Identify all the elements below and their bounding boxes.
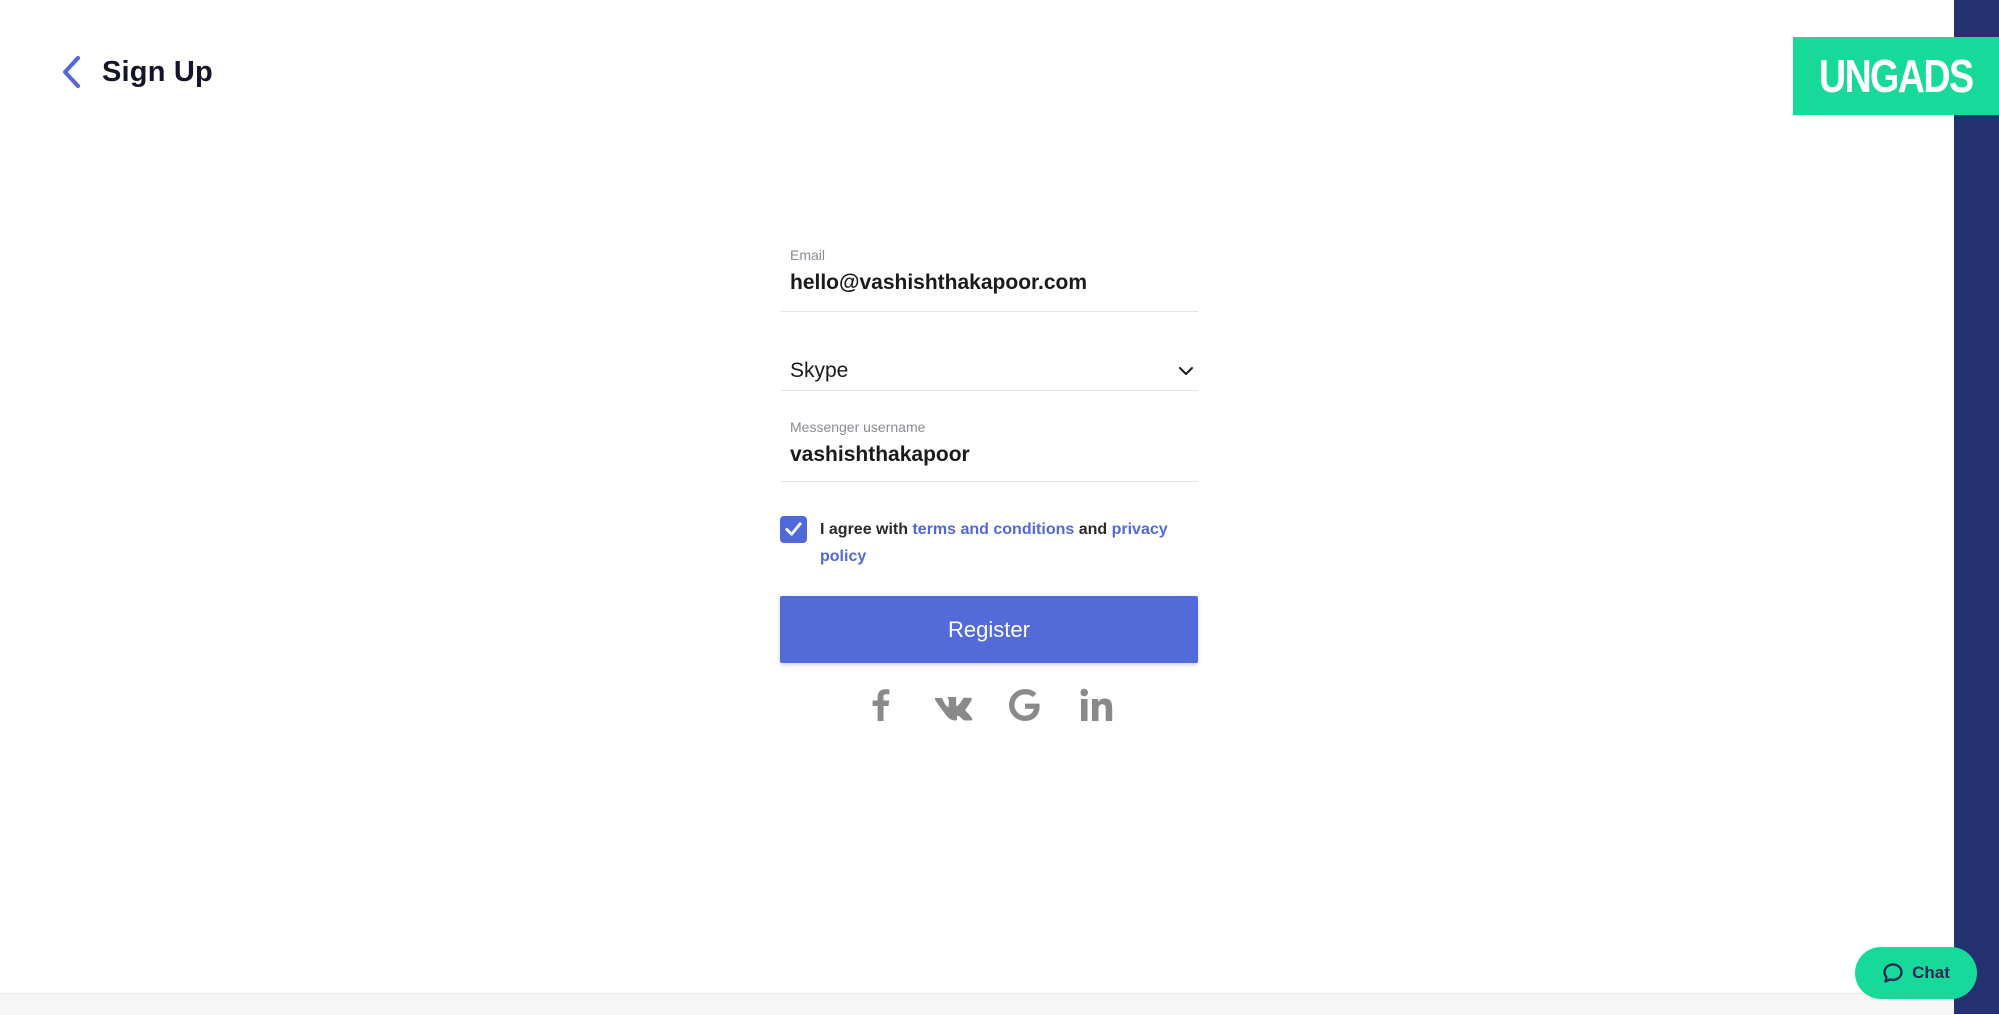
social-login-row <box>780 685 1198 725</box>
messenger-select-value: Skype <box>790 358 849 382</box>
vk-icon[interactable] <box>933 685 973 725</box>
messenger-username-input[interactable] <box>780 435 1198 477</box>
right-side-bar <box>1954 0 1999 1014</box>
chat-label: Chat <box>1912 963 1950 982</box>
footer-strip <box>0 993 1954 1015</box>
messenger-username-label: Messenger username <box>790 419 926 435</box>
chevron-left-icon[interactable] <box>60 54 84 90</box>
ungads-logo[interactable]: UNGADS <box>1793 37 1999 115</box>
agree-row: I agree with terms and conditions and pr… <box>780 516 1198 570</box>
header: Sign Up <box>60 54 213 90</box>
agree-checkbox[interactable] <box>780 516 807 543</box>
terms-link[interactable]: terms and conditions <box>912 521 1074 538</box>
linkedin-icon[interactable] <box>1077 685 1117 725</box>
register-button[interactable]: Register <box>780 596 1198 663</box>
messenger-select[interactable]: Skype <box>780 351 1198 391</box>
agree-text: I agree with terms and conditions and pr… <box>820 521 1168 565</box>
chat-button[interactable]: Chat <box>1855 947 1977 999</box>
chat-bubble-icon <box>1883 963 1903 983</box>
email-field[interactable]: Email <box>780 240 1198 312</box>
page-title: Sign Up <box>102 55 213 88</box>
email-input[interactable] <box>780 263 1198 305</box>
facebook-icon[interactable] <box>861 685 901 725</box>
google-icon[interactable] <box>1005 685 1045 725</box>
messenger-username-field[interactable]: Messenger username <box>780 419 1198 482</box>
chevron-down-icon <box>1179 366 1193 375</box>
checkmark-icon <box>785 522 802 536</box>
email-label: Email <box>790 247 826 263</box>
signup-form: Email Skype Messenger username I agree w… <box>780 240 1198 725</box>
